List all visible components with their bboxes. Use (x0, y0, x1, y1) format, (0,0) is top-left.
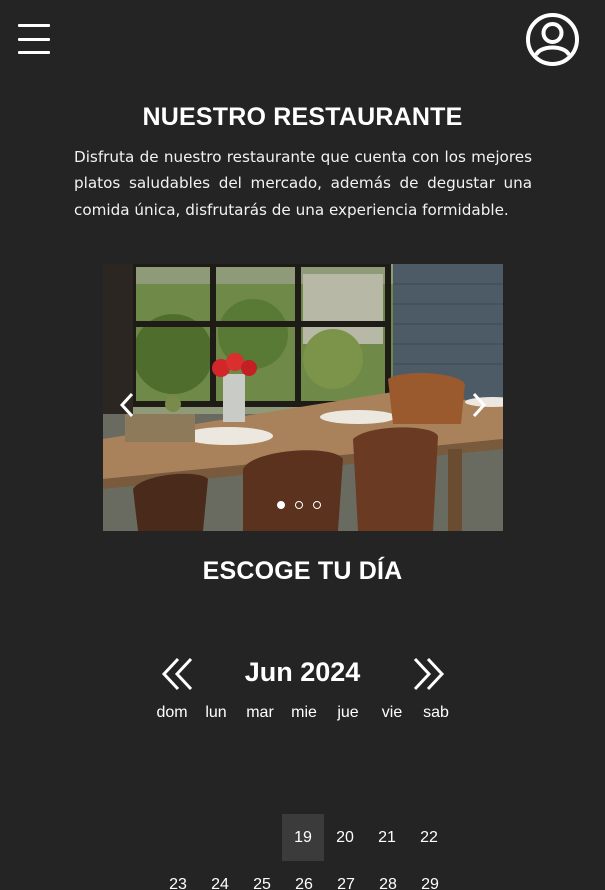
calendar-day[interactable]: 27 (325, 861, 367, 890)
calendar-week-row: 23 24 25 26 27 28 29 (157, 861, 451, 890)
menu-bar (18, 24, 50, 27)
carousel-dot-1[interactable] (277, 501, 285, 509)
double-chevron-left-svg (161, 657, 193, 691)
weekday-label: mie (291, 704, 317, 721)
restaurant-title: NUESTRO RESTAURANTE (142, 103, 463, 131)
calendar-day-selected[interactable]: 19 (282, 814, 324, 861)
calendar-day[interactable]: 21 (366, 814, 408, 861)
chevron-left-icon[interactable] (117, 390, 137, 420)
calendar-week-row: 19 20 21 22 (282, 814, 450, 861)
restaurant-description: Disfruta de nuestro restaurante que cuen… (74, 148, 532, 219)
page: NUESTRO RESTAURANTE Disfruta de nuestro … (0, 0, 605, 890)
calendar-month-label: Jun 2024 (244, 657, 361, 687)
weekday-label: lun (205, 704, 227, 721)
user-account-svg (526, 13, 579, 66)
weekday-label: sab (423, 704, 449, 721)
restaurant-photo (103, 264, 503, 531)
calendar-title: ESCOGE TU DÍA (202, 557, 403, 585)
calendar-day[interactable]: 28 (367, 861, 409, 890)
chevron-right-icon[interactable] (469, 390, 489, 420)
carousel-dot-3[interactable] (313, 501, 321, 509)
weekday-label: jue (337, 704, 359, 721)
chevron-right-svg (472, 392, 487, 418)
calendar-navigation: Jun 2024 (0, 655, 605, 695)
weekday-label: mar (246, 704, 274, 721)
menu-bar (18, 37, 50, 41)
weekday-label: dom (156, 704, 188, 721)
double-chevron-right-svg (413, 657, 445, 691)
calendar-weekday-header: dom lun mar mie jue vie sab (150, 704, 460, 722)
calendar-day[interactable]: 22 (408, 814, 450, 861)
double-chevron-left-icon[interactable] (160, 657, 196, 691)
calendar-day[interactable]: 23 (157, 861, 199, 890)
calendar-day[interactable]: 29 (409, 861, 451, 890)
restaurant-carousel[interactable] (103, 264, 503, 531)
hamburger-menu-icon[interactable] (18, 24, 50, 54)
calendar-day[interactable]: 26 (283, 861, 325, 890)
user-account-icon[interactable] (525, 12, 580, 67)
carousel-indicators (277, 501, 321, 509)
weekday-label: vie (381, 704, 403, 721)
calendar-day[interactable]: 24 (199, 861, 241, 890)
menu-bar (18, 51, 50, 54)
double-chevron-right-icon[interactable] (410, 657, 446, 691)
carousel-dot-2[interactable] (295, 501, 303, 509)
calendar-day[interactable]: 25 (241, 861, 283, 890)
chevron-left-svg (119, 392, 134, 418)
calendar-day[interactable]: 20 (324, 814, 366, 861)
